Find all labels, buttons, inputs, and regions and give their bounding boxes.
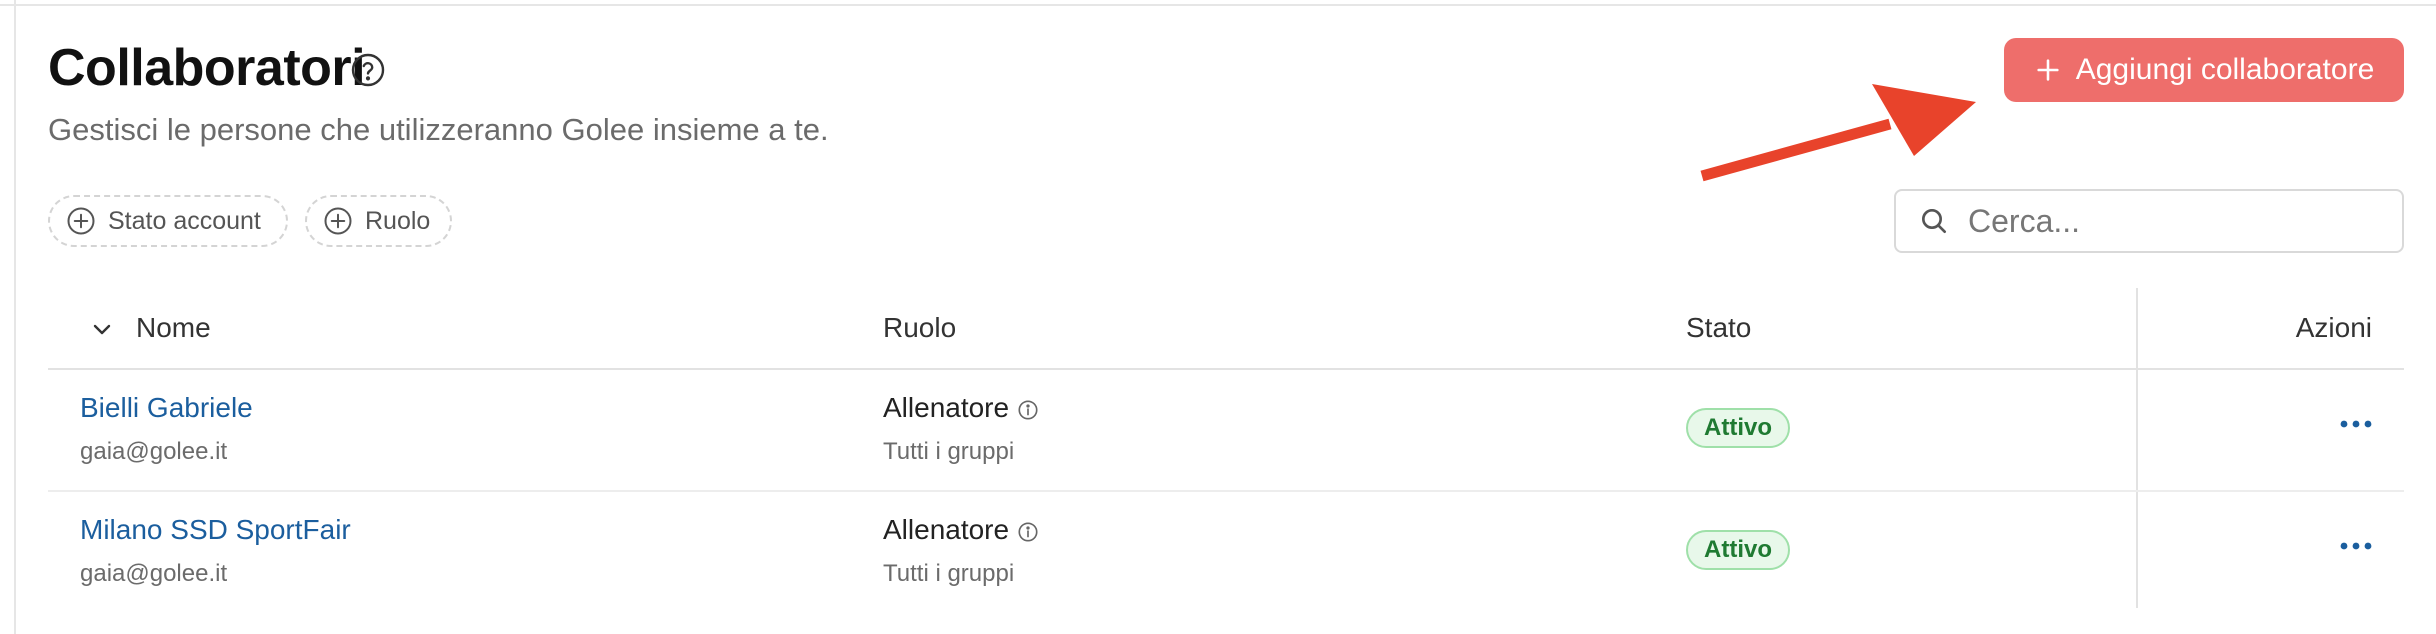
collaborator-email: gaia@golee.it bbox=[80, 438, 228, 465]
plus-icon bbox=[2037, 59, 2059, 81]
info-icon[interactable] bbox=[1017, 521, 1039, 543]
more-horizontal-icon[interactable] bbox=[2338, 536, 2374, 556]
column-header-actions: Azioni bbox=[2295, 312, 2372, 343]
collaborator-scope: Tutti i gruppi bbox=[883, 438, 1015, 465]
column-header-role: Ruolo bbox=[883, 312, 957, 343]
plus-circle-icon bbox=[324, 207, 352, 235]
status-badge: Attivo bbox=[1686, 408, 1790, 448]
chevron-down-icon[interactable] bbox=[90, 318, 114, 342]
add-collaborator-label: Aggiungi collaboratore bbox=[2075, 53, 2375, 86]
filter-role[interactable]: Ruolo bbox=[305, 195, 452, 247]
page-subtitle: Gestisci le persone che utilizzeranno Go… bbox=[48, 112, 829, 147]
help-circle-icon[interactable] bbox=[350, 52, 386, 88]
filter-label: Ruolo bbox=[365, 206, 431, 235]
table-row: Milano SSD SportFair gaia@golee.it Allen… bbox=[48, 492, 2404, 612]
left-border bbox=[0, 0, 16, 634]
search-box[interactable] bbox=[1894, 189, 2404, 253]
add-collaborator-button[interactable]: Aggiungi collaboratore bbox=[2004, 38, 2404, 102]
top-border bbox=[0, 0, 2436, 6]
column-header-status: Stato bbox=[1686, 312, 1752, 343]
collaborator-role: Allenatore bbox=[883, 514, 1039, 546]
plus-circle-icon bbox=[67, 207, 95, 235]
collaborator-name-link[interactable]: Bielli Gabriele bbox=[80, 392, 253, 424]
column-header-name[interactable]: Nome bbox=[136, 312, 211, 344]
table-row: Bielli Gabriele gaia@golee.it Allenatore… bbox=[48, 370, 2404, 492]
role-label: Allenatore bbox=[883, 392, 1010, 423]
page-title: Collaboratori bbox=[48, 39, 366, 97]
table-header: Nome Ruolo Stato Azioni bbox=[48, 288, 2404, 370]
status-badge: Attivo bbox=[1686, 530, 1790, 570]
filter-label: Stato account bbox=[108, 206, 261, 235]
search-icon bbox=[1922, 209, 1946, 233]
collaborators-table: Nome Ruolo Stato Azioni Bielli Gabriele … bbox=[48, 288, 2404, 612]
more-horizontal-icon[interactable] bbox=[2338, 414, 2374, 434]
collaborator-scope: Tutti i gruppi bbox=[883, 560, 1015, 587]
search-input[interactable] bbox=[1966, 201, 2390, 241]
filter-account-status[interactable]: Stato account bbox=[48, 195, 288, 247]
collaborator-role: Allenatore bbox=[883, 392, 1039, 424]
collaborator-email: gaia@golee.it bbox=[80, 560, 228, 587]
annotation-arrow bbox=[1700, 84, 1976, 182]
info-icon[interactable] bbox=[1017, 399, 1039, 421]
role-label: Allenatore bbox=[883, 514, 1010, 545]
collaborator-name-link[interactable]: Milano SSD SportFair bbox=[80, 514, 351, 546]
